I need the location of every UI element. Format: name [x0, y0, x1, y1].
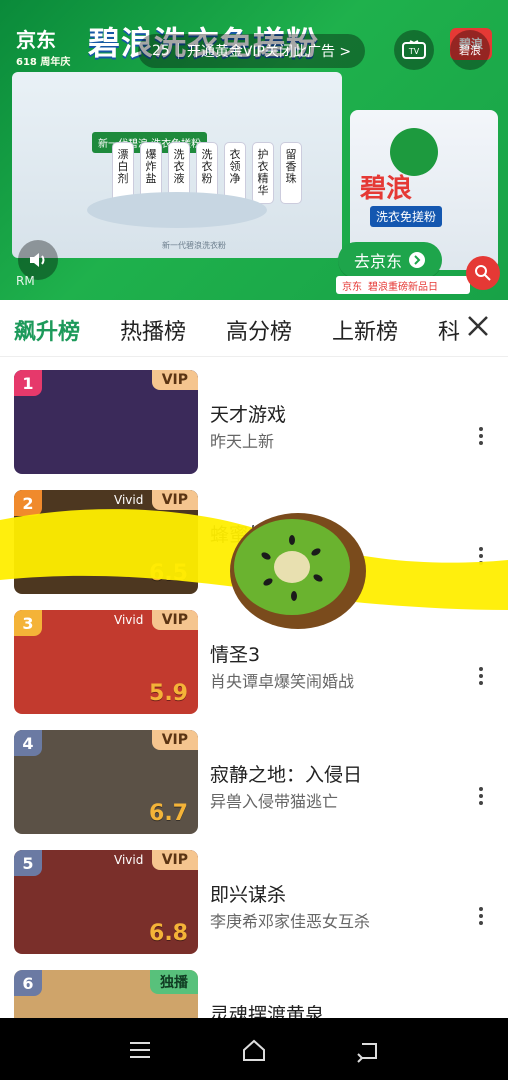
jd-promo-strip: 京东 碧浪重磅新品日: [336, 276, 470, 294]
menu-icon[interactable]: [126, 1036, 154, 1064]
rank-badge: 5: [14, 850, 42, 876]
tab-more[interactable]: 科: [438, 314, 460, 346]
item-subtitle: 肖央谭卓爆笑闹婚战: [210, 672, 355, 691]
score: 6.8: [149, 921, 188, 946]
vip-badge: VIP: [151, 730, 198, 750]
product-name: 碧浪: [360, 174, 413, 204]
poster-thumb[interactable]: 2 Vivid VIP 6.5: [14, 490, 198, 594]
exclusive-badge: 独播: [150, 970, 198, 994]
rank-badge: 3: [14, 610, 42, 636]
rank-badge: 2: [14, 490, 42, 516]
rank-badge: 6: [14, 970, 42, 996]
more-icon[interactable]: [478, 544, 484, 568]
tab-hot[interactable]: 热播榜: [120, 314, 186, 346]
jd-strip-right: 碧浪重磅新品日: [368, 281, 438, 293]
item-title[interactable]: 寂静之地：入侵日: [210, 760, 362, 787]
vivid-badge: Vivid: [114, 493, 144, 507]
rm-label: RM: [16, 274, 35, 288]
list-item[interactable]: 1 VIP 天才游戏 昨天上新: [0, 360, 508, 474]
list-item[interactable]: 4 VIP 6.7 寂静之地：入侵日 异兽入侵带猫逃亡: [0, 720, 508, 834]
vivid-badge: Vivid: [114, 853, 144, 867]
item-subtitle: 异兽入侵带猫逃亡: [210, 792, 339, 811]
more-icon[interactable]: [478, 664, 484, 688]
score: 6.5: [149, 561, 188, 586]
ad-visual: 新一代碧浪 洗衣免搓粉 漂白剂 爆炸盐 洗衣液 洗衣粉 衣领净 护衣精华 留香珠…: [12, 72, 342, 258]
tab-high-score[interactable]: 高分榜: [226, 314, 292, 346]
list-item[interactable]: 3 Vivid VIP 5.9 情圣3 肖央谭卓爆笑闹婚战: [0, 600, 508, 714]
item-title[interactable]: 天才游戏: [210, 400, 286, 427]
item-title[interactable]: 即兴谋杀: [210, 880, 286, 907]
tv-cast-button[interactable]: TV: [394, 30, 434, 70]
search-icon: [475, 265, 491, 281]
speaker-icon: [30, 253, 45, 267]
plinth: [87, 192, 267, 228]
jd-logo-sub: 618 周年庆: [16, 57, 71, 68]
tv-label: TV: [408, 47, 420, 56]
more-icon[interactable]: [478, 904, 484, 928]
home-icon[interactable]: [240, 1036, 268, 1064]
more-icon[interactable]: [478, 784, 484, 808]
product-sub: 洗衣免搓粉: [370, 206, 443, 227]
bottle-label: 护衣精华: [252, 142, 274, 204]
tab-soaring[interactable]: 飙升榜: [14, 314, 80, 346]
close-icon[interactable]: [464, 312, 492, 340]
more-icon[interactable]: [478, 424, 484, 448]
back-icon[interactable]: [354, 1036, 382, 1064]
vip-badge: VIP: [151, 850, 198, 870]
goto-jd-button[interactable]: 去京东: [338, 242, 443, 278]
vip-badge: VIP: [151, 610, 198, 630]
poster-thumb[interactable]: 4 VIP 6.7: [14, 730, 198, 834]
goto-jd-label: 去京东: [354, 252, 403, 271]
ad-banner[interactable]: 京东 618 周年庆 碧浪洗衣免搓粉 碧浪 新一代碧浪 洗衣免搓粉 漂白剂 爆炸…: [0, 0, 508, 300]
list-item[interactable]: 5 Vivid VIP 6.8 即兴谋杀 李庚希邓家佳恶女互杀: [0, 840, 508, 954]
tv-icon: TV: [402, 40, 426, 59]
poster-thumb[interactable]: 3 Vivid VIP 5.9: [14, 610, 198, 714]
close-ad-pill[interactable]: 25 开通黄金VIP关闭此广告 >: [138, 34, 366, 68]
item-title[interactable]: 蜂蜜的: [210, 520, 267, 547]
close-ad-text: 开通黄金VIP关闭此广告 >: [186, 44, 352, 60]
item-subtitle: 李庚希邓家佳恶女互杀: [210, 912, 371, 931]
jd-logo-text: 京东: [16, 28, 56, 52]
bottle-label: 留香珠: [280, 142, 302, 204]
brand-button[interactable]: 碧浪: [450, 30, 490, 70]
ad-small-text: 新一代碧浪洗衣粉: [162, 241, 226, 250]
poster-thumb[interactable]: 1 VIP: [14, 370, 198, 474]
chevron-right-icon: [409, 252, 426, 268]
jd-strip-left: 京东: [342, 281, 362, 293]
item-title[interactable]: 情圣3: [210, 640, 260, 667]
rank-badge: 4: [14, 730, 42, 756]
system-nav-bar: [0, 1018, 508, 1080]
tab-new[interactable]: 上新榜: [332, 314, 398, 346]
search-button[interactable]: [466, 256, 500, 290]
vivid-badge: Vivid: [114, 613, 144, 627]
item-subtitle: 昨天上新: [210, 432, 275, 451]
ad-countdown: 25: [152, 43, 170, 59]
score: 6.7: [149, 801, 188, 826]
poster-thumb[interactable]: 5 Vivid VIP 6.8: [14, 850, 198, 954]
list-item[interactable]: 2 Vivid VIP 6.5 蜂蜜的: [0, 480, 508, 594]
rank-badge: 1: [14, 370, 42, 396]
vip-badge: VIP: [151, 370, 198, 390]
ranking-tabs: 飙升榜 热播榜 高分榜 上新榜 科: [0, 300, 508, 357]
divider: [177, 43, 179, 59]
vip-badge: VIP: [151, 490, 198, 510]
jd-logo: 京东 618 周年庆: [16, 24, 70, 68]
score: 5.9: [149, 681, 188, 706]
